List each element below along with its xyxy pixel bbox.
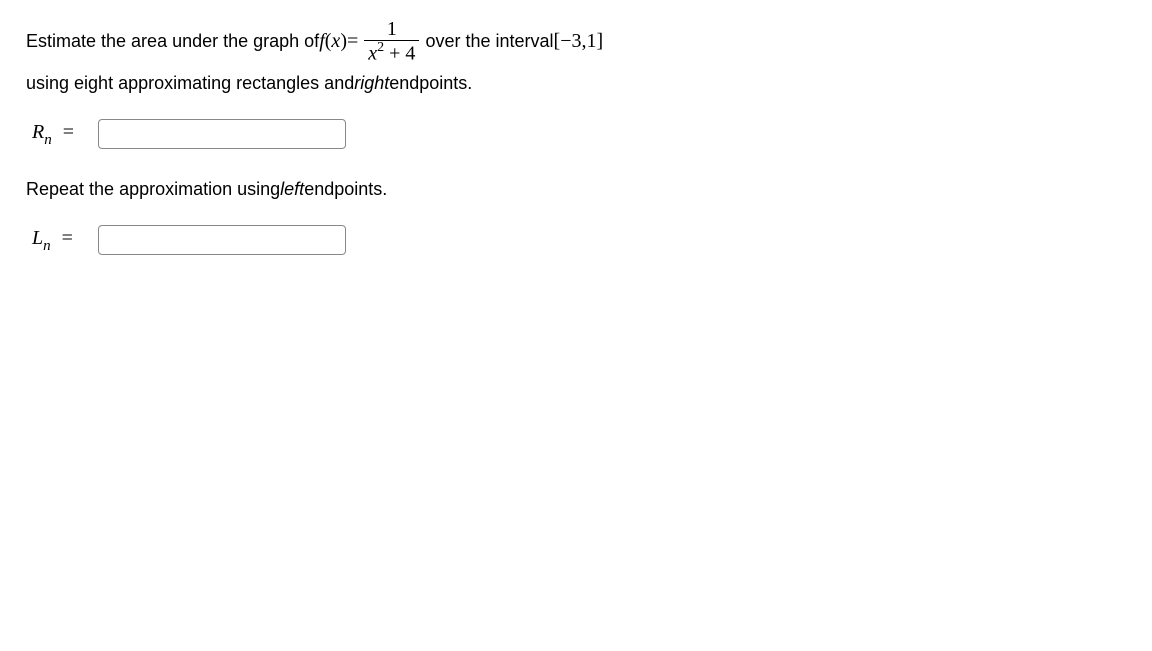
den-x: x — [368, 43, 377, 65]
text-over-interval: over the interval — [425, 25, 553, 57]
interval-minus: − — [560, 23, 571, 59]
text-endpoints: endpoints. — [389, 67, 472, 99]
problem-line-2: using eight approximating rectangles and… — [26, 67, 1126, 99]
repeat-line: Repeat the approximation using left endp… — [26, 173, 1126, 205]
right-word: right — [354, 67, 389, 99]
fraction-denominator: x2 + 4 — [364, 40, 419, 65]
interval-a: 3 — [571, 23, 581, 59]
text-estimate: Estimate the area under the graph of — [26, 25, 319, 57]
interval-close: ] — [596, 23, 603, 59]
paren-close: ) — [340, 23, 347, 59]
text-using-eight: using eight approximating rectangles and — [26, 67, 354, 99]
ln-input-row: Ln = — [32, 225, 1126, 255]
text-endpoints-2: endpoints. — [304, 173, 387, 205]
ln-n: n — [43, 238, 51, 254]
problem-line-1: Estimate the area under the graph of f (… — [26, 18, 1126, 65]
fraction: 1 x2 + 4 — [364, 18, 419, 65]
left-word: left — [280, 173, 304, 205]
func-x: x — [331, 23, 340, 59]
rn-input[interactable] — [98, 119, 346, 149]
rn-label: Rn = — [32, 121, 88, 148]
fraction-numerator: 1 — [383, 18, 401, 40]
ln-input[interactable] — [98, 225, 346, 255]
rn-equals: = — [63, 121, 74, 143]
equals-sign: = — [347, 23, 358, 59]
rn-R: R — [32, 121, 44, 143]
ln-equals: = — [62, 227, 73, 249]
rn-n: n — [44, 132, 52, 148]
interval-b: 1 — [586, 23, 596, 59]
ln-L: L — [32, 227, 43, 249]
text-repeat: Repeat the approximation using — [26, 173, 280, 205]
rn-input-row: Rn = — [32, 119, 1126, 149]
interval-open: [ — [554, 23, 561, 59]
ln-label: Ln = — [32, 227, 88, 254]
den-plus: + 4 — [384, 43, 415, 65]
den-sup: 2 — [377, 40, 384, 55]
